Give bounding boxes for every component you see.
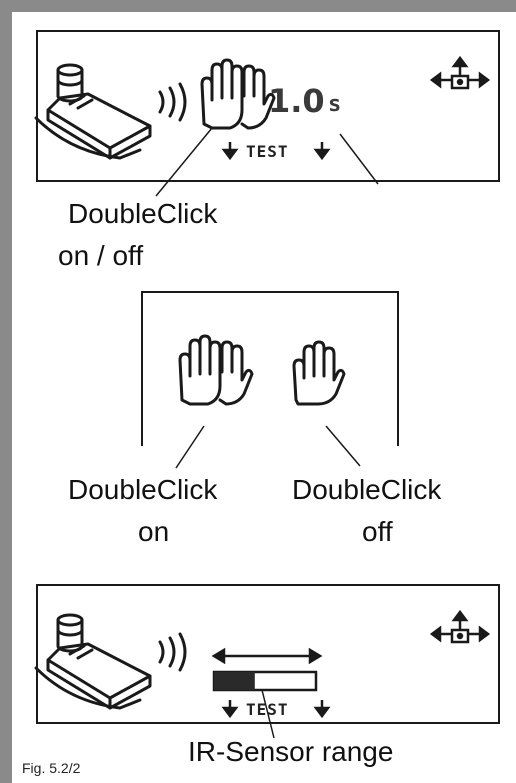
callout-line-panel3 (261, 689, 275, 739)
figure-label: Fig. 5.2/2 (22, 760, 81, 776)
ir-sensor-range-callout: IR-Sensor range (188, 736, 394, 767)
